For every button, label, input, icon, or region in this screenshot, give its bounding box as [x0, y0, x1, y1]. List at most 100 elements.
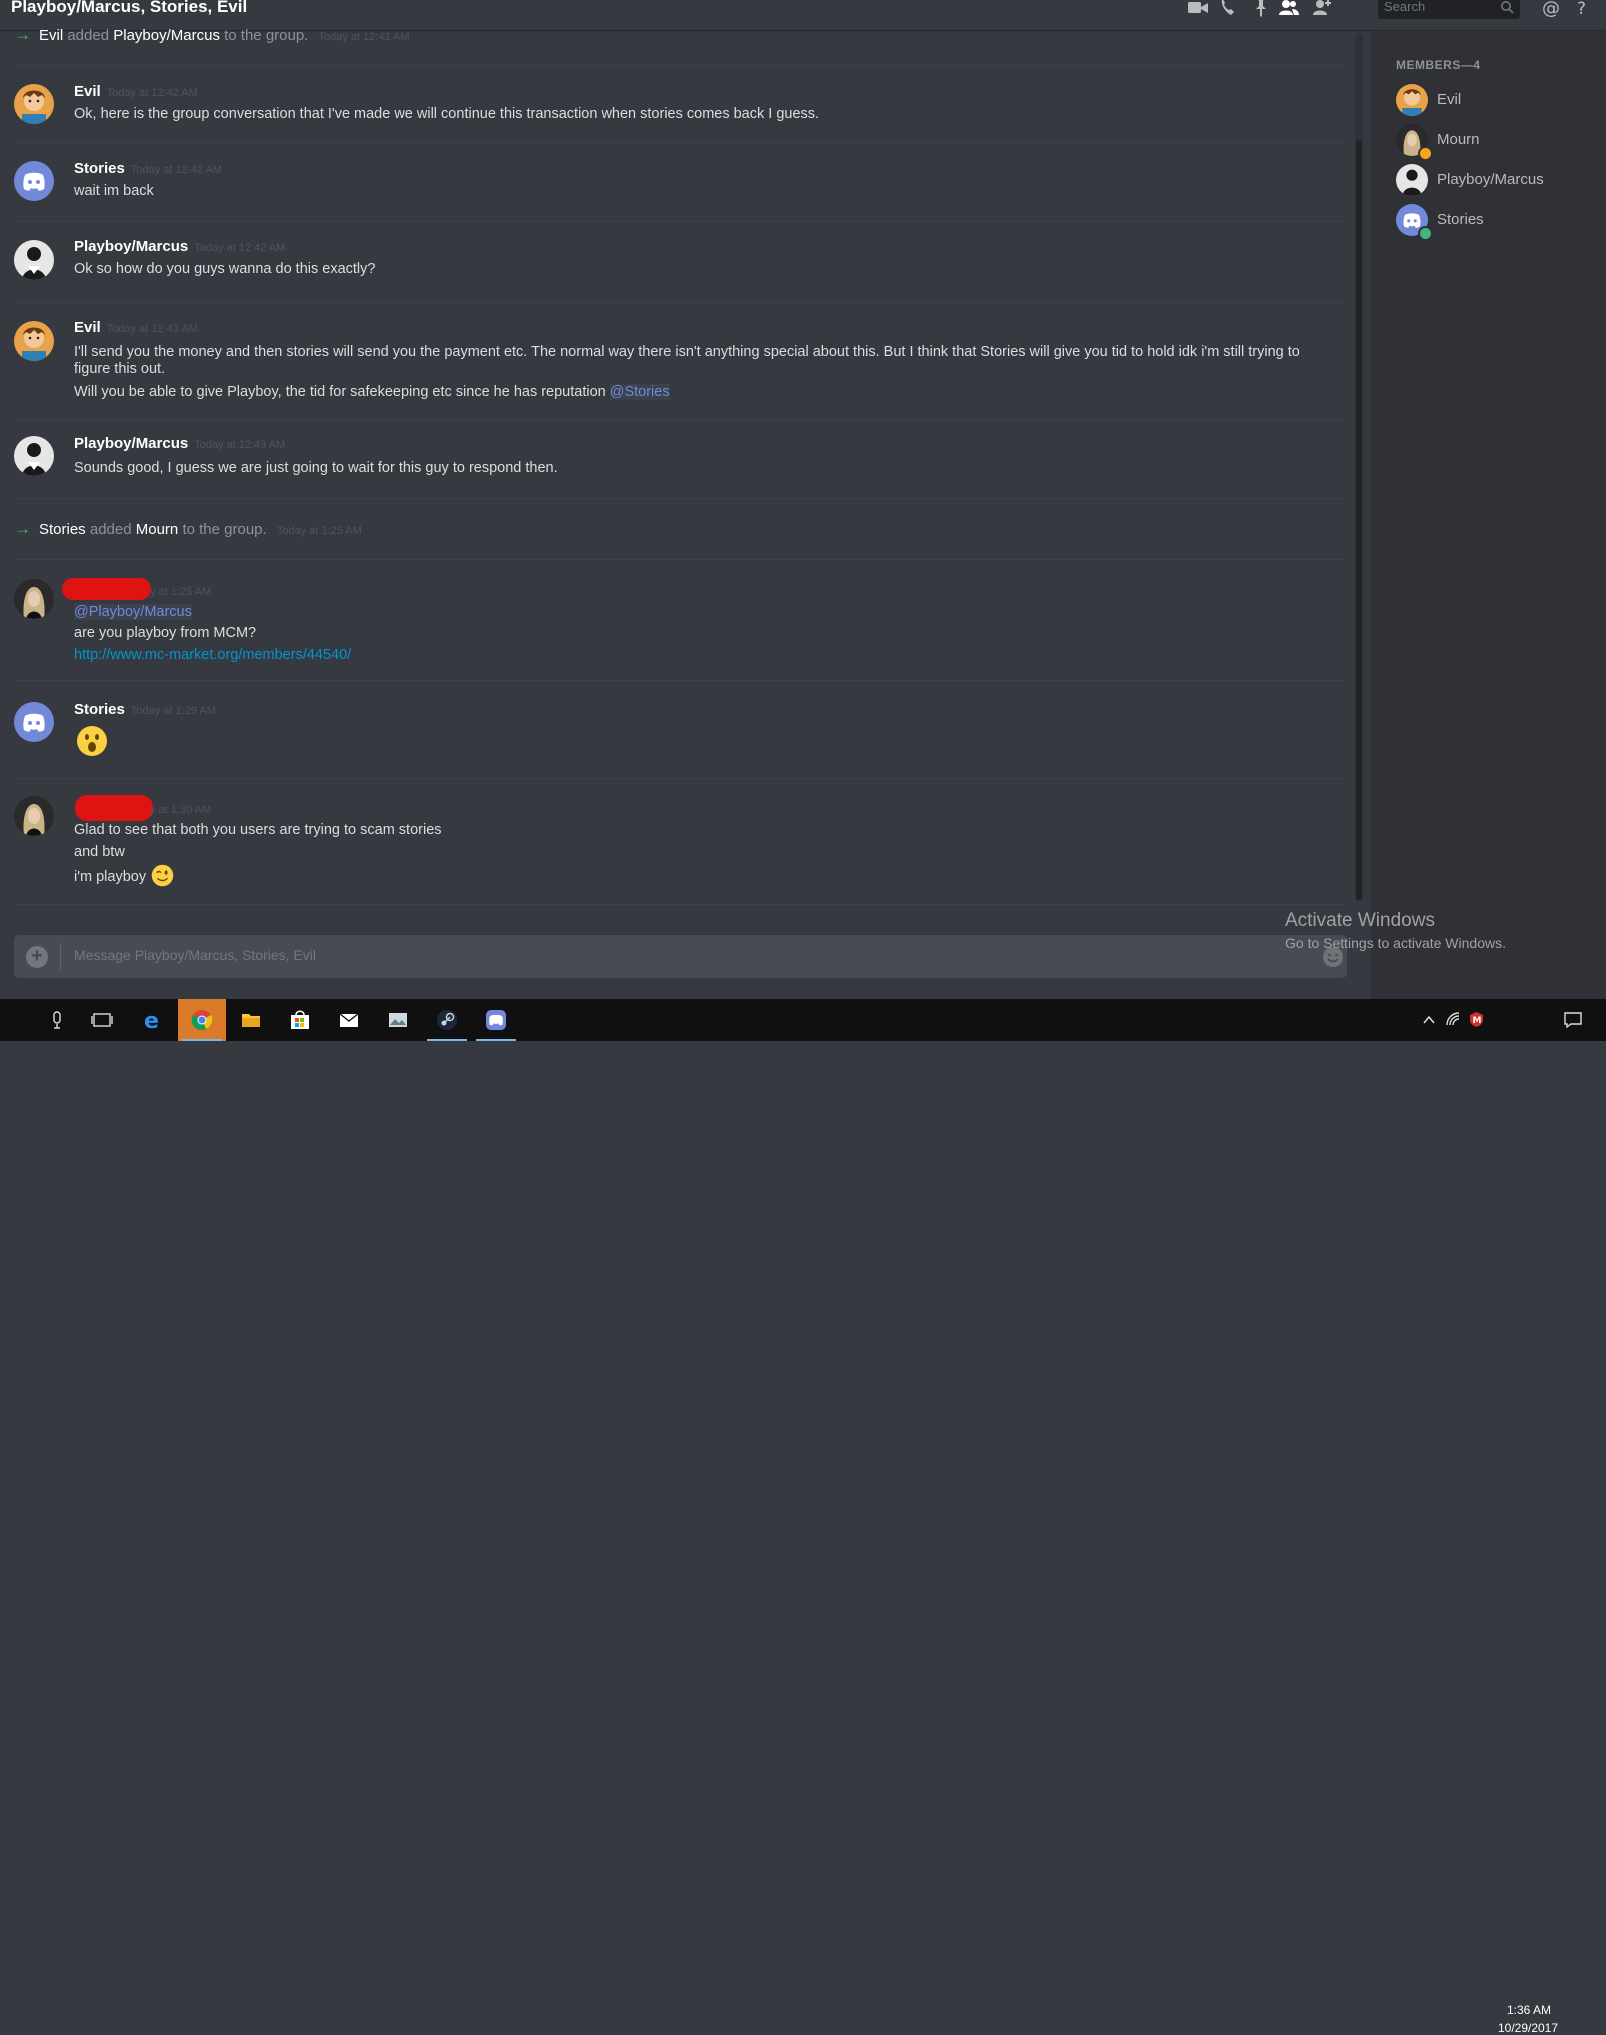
- member-list-panel: MEMBERS—4 Evil Mourn Playboy/Marcus Stor…: [1371, 31, 1606, 999]
- author-name[interactable]: Stories: [74, 160, 125, 177]
- search-box[interactable]: Search: [1378, 0, 1520, 19]
- timestamp: Today at 12:42 AM: [130, 164, 222, 176]
- activate-windows-subtitle: Go to Settings to activate Windows.: [1285, 935, 1506, 951]
- message-divider: [14, 498, 1344, 499]
- message-input[interactable]: [74, 947, 1274, 963]
- steam-icon[interactable]: [423, 999, 471, 1041]
- svg-text:e: e: [144, 1009, 159, 1031]
- message-author[interactable]: Playboy/Marcus Today at 12:42 AM: [74, 238, 285, 255]
- message-author[interactable]: Stories Today at 12:42 AM: [74, 160, 222, 177]
- avatar-mourn[interactable]: [14, 796, 54, 836]
- member-avatar[interactable]: [1396, 164, 1428, 196]
- pin-icon[interactable]: [1250, 0, 1272, 18]
- avatar-stories[interactable]: [14, 161, 54, 201]
- mail-icon[interactable]: [325, 999, 373, 1041]
- author-name[interactable]: Playboy/Marcus: [74, 238, 188, 255]
- timestamp: Today at 12:42 AM: [194, 242, 286, 254]
- system-target[interactable]: Mourn: [136, 521, 179, 538]
- microphone-icon[interactable]: [33, 999, 81, 1041]
- timestamp: Today at 1:25 AM: [276, 525, 362, 537]
- help-icon[interactable]: ?: [1572, 0, 1594, 19]
- message-text: wait im back: [74, 183, 154, 199]
- clock-date[interactable]: 10/29/2017: [1488, 2021, 1568, 2035]
- antivirus-tray-icon[interactable]: M: [1468, 1011, 1485, 1028]
- photo-app-icon[interactable]: [374, 999, 422, 1041]
- message-author[interactable]: Evil Today at 12:43 AM: [74, 319, 198, 336]
- message-text: are you playboy from MCM?: [74, 625, 257, 641]
- redaction-mark: [75, 795, 153, 821]
- message-divider: [14, 904, 1344, 905]
- avatar-playboy-marcus[interactable]: [14, 240, 54, 280]
- avatar-evil[interactable]: [14, 321, 54, 361]
- message-author[interactable]: Evil Today at 12:42 AM: [74, 83, 198, 100]
- online-status-icon: [1418, 226, 1433, 241]
- system-message: → Stories added Mourn to the group. Today…: [14, 519, 362, 539]
- composer-separator: [60, 943, 61, 970]
- author-name[interactable]: Playboy/Marcus: [74, 435, 188, 452]
- message-author[interactable]: Stories Today at 1:29 AM: [74, 701, 216, 718]
- member-name[interactable]: Playboy/Marcus: [1437, 171, 1544, 188]
- chat-scrollbar-thumb[interactable]: [1356, 140, 1362, 900]
- message-text: and btw: [74, 844, 125, 860]
- add-friend-icon[interactable]: [1311, 0, 1333, 18]
- clock-time[interactable]: 1:36 AM: [1494, 2003, 1564, 2017]
- action-center-icon[interactable]: [1563, 1010, 1583, 1030]
- voice-call-icon[interactable]: [1218, 0, 1240, 18]
- store-icon[interactable]: [276, 999, 324, 1041]
- system-action: added: [89, 521, 132, 538]
- member-avatar[interactable]: [1396, 84, 1428, 116]
- message-divider: [14, 680, 1344, 681]
- member-mourn[interactable]: Mourn: [1396, 124, 1596, 161]
- edge-icon[interactable]: e: [129, 999, 177, 1041]
- timestamp: y at 1:25 AM: [150, 586, 212, 598]
- member-stories[interactable]: Stories: [1396, 204, 1596, 241]
- message-divider: [14, 419, 1344, 420]
- message-text: Will you be able to give Playboy, the ti…: [74, 384, 670, 401]
- avatar-evil[interactable]: [14, 84, 54, 124]
- avatar-playboy-marcus[interactable]: [14, 436, 54, 476]
- system-actor[interactable]: Evil: [39, 27, 63, 44]
- redaction-mark: [62, 578, 151, 600]
- system-message: → Evil added Playboy/Marcus to the group.…: [14, 25, 410, 45]
- system-actor[interactable]: Stories: [39, 521, 86, 538]
- message-divider: [14, 778, 1344, 779]
- author-name[interactable]: Evil: [74, 83, 101, 100]
- system-target[interactable]: Playboy/Marcus: [113, 27, 220, 44]
- video-call-icon[interactable]: [1187, 0, 1209, 18]
- timestamp: y at 1:30 AM: [150, 804, 212, 816]
- wink-emoji-icon[interactable]: [151, 864, 174, 887]
- message-composer[interactable]: +: [14, 935, 1347, 978]
- mentions-icon[interactable]: @: [1540, 0, 1562, 19]
- chrome-icon[interactable]: [178, 999, 226, 1041]
- wifi-icon[interactable]: [1445, 1011, 1462, 1028]
- message-divider: [14, 559, 1344, 560]
- user-mention[interactable]: @Playboy/Marcus: [74, 604, 192, 620]
- member-name[interactable]: Mourn: [1437, 131, 1480, 148]
- message-link-url[interactable]: http://www.mc-market.org/members/44540/: [74, 647, 351, 663]
- message-author[interactable]: Playboy/Marcus Today at 12:43 AM: [74, 435, 285, 452]
- author-name[interactable]: Evil: [74, 319, 101, 336]
- upload-plus-icon[interactable]: +: [26, 946, 48, 968]
- discord-icon[interactable]: [472, 999, 520, 1041]
- message-text-span: Will you be able to give Playboy, the ti…: [74, 384, 606, 400]
- message-text: figure this out.: [74, 361, 166, 377]
- user-mention[interactable]: @Stories: [609, 384, 670, 400]
- task-view-icon[interactable]: [78, 999, 126, 1041]
- member-name[interactable]: Stories: [1437, 211, 1484, 228]
- activate-windows-title: Activate Windows: [1285, 910, 1435, 931]
- member-list-icon[interactable]: [1278, 0, 1300, 18]
- avatar-stories[interactable]: [14, 702, 54, 742]
- author-name[interactable]: Stories: [74, 701, 125, 718]
- system-suffix: to the group.: [224, 27, 309, 44]
- member-name[interactable]: Evil: [1437, 91, 1461, 108]
- file-explorer-icon[interactable]: [227, 999, 275, 1041]
- message-text: i'm playboy: [74, 869, 147, 885]
- message-link: http://www.mc-market.org/members/44540/: [74, 647, 351, 664]
- search-icon: [1501, 1, 1514, 14]
- member-playboy-marcus[interactable]: Playboy/Marcus: [1396, 164, 1596, 198]
- avatar-mourn[interactable]: [14, 579, 54, 619]
- member-evil[interactable]: Evil: [1396, 84, 1596, 118]
- show-hidden-icons-chevron-icon[interactable]: [1422, 1013, 1436, 1027]
- astonished-emoji-icon[interactable]: [76, 725, 108, 757]
- join-arrow-icon: →: [14, 519, 31, 538]
